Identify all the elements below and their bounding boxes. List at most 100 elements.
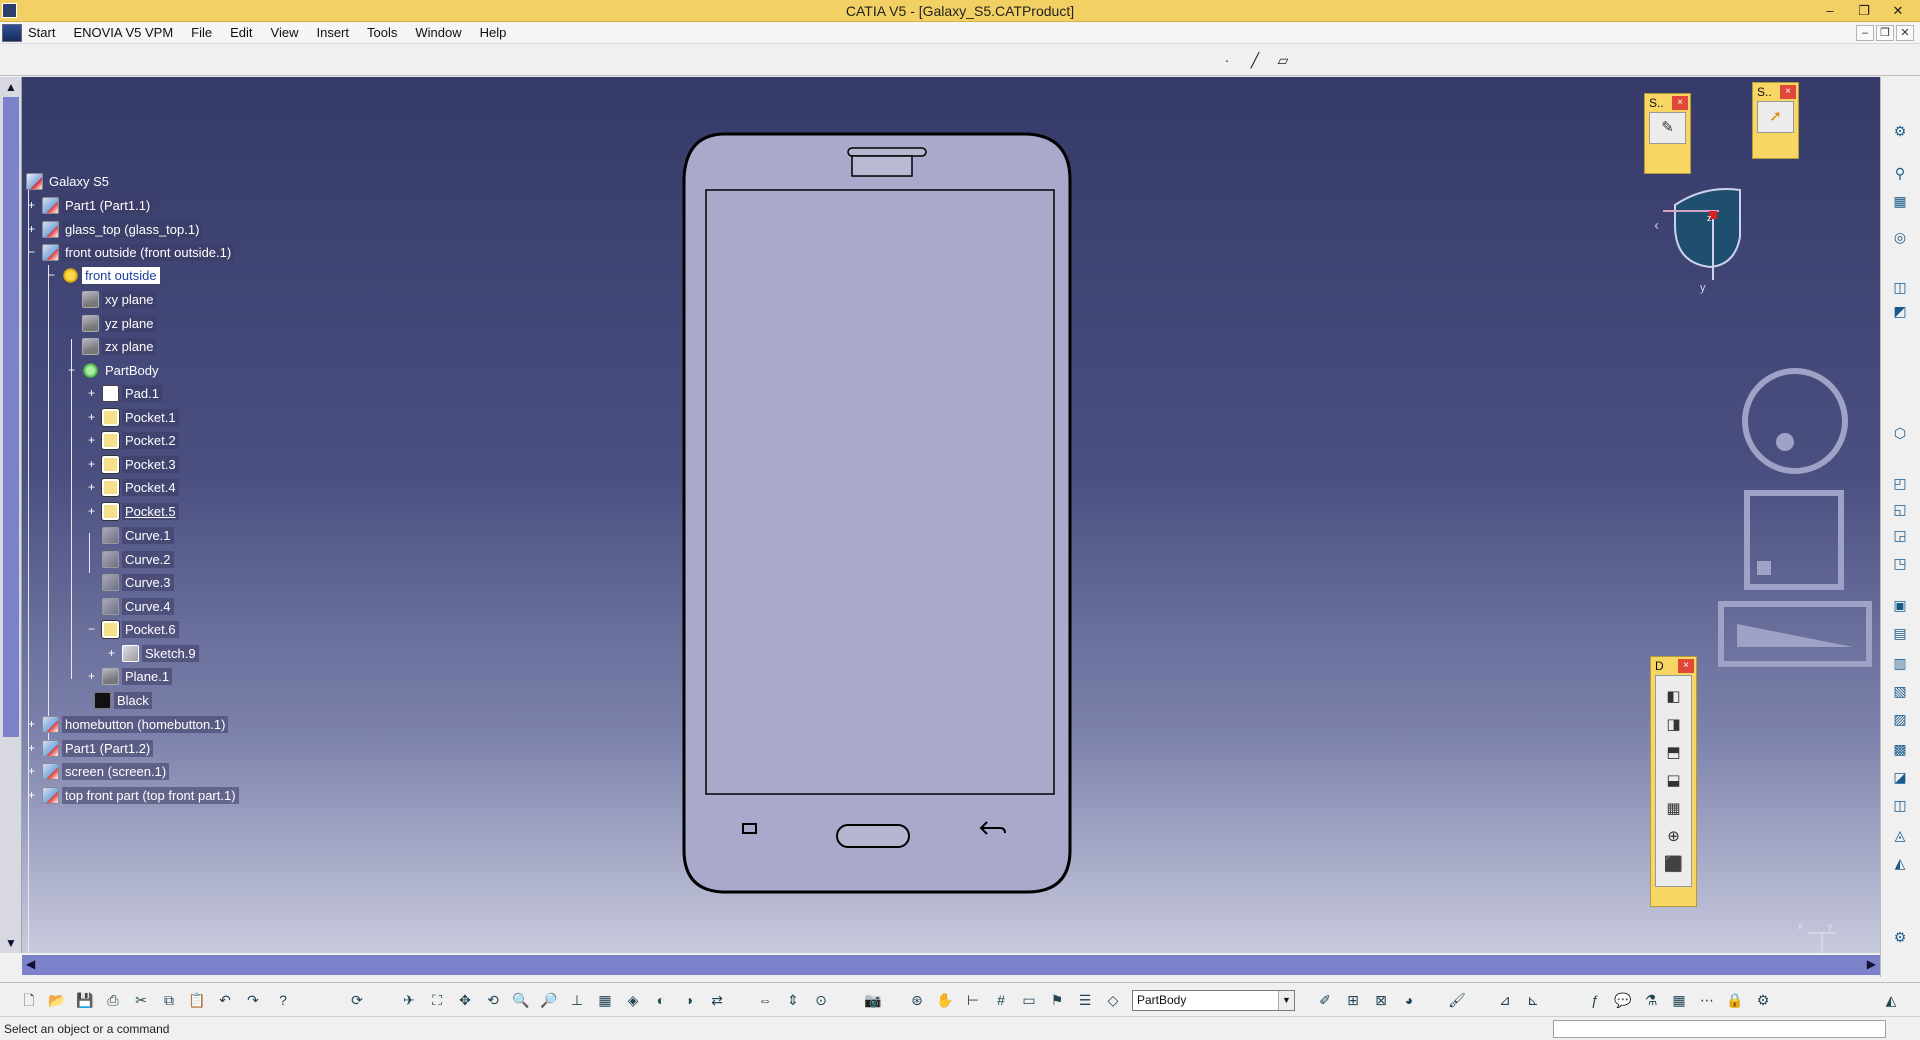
- right-tool-icon[interactable]: ▥: [1889, 653, 1911, 673]
- scroll-thumb[interactable]: [3, 97, 19, 737]
- display-icon[interactable]: ▭: [1018, 990, 1040, 1010]
- expand-icon[interactable]: +: [26, 742, 37, 754]
- tree-item[interactable]: − PartBody: [68, 360, 161, 380]
- floating-toolbar-s2[interactable]: S.. × ➚: [1752, 82, 1799, 159]
- phone-3d-model[interactable]: [682, 130, 1072, 895]
- right-tool-icon[interactable]: ▣: [1889, 595, 1911, 615]
- redo-icon[interactable]: ↷: [242, 990, 264, 1010]
- expand-icon[interactable]: +: [86, 670, 97, 682]
- pad-tool-icon[interactable]: ◧: [1661, 684, 1687, 710]
- tree-item[interactable]: + Pocket.4: [88, 477, 179, 497]
- menu-window[interactable]: Window: [406, 22, 470, 44]
- solid-combine-icon[interactable]: ⬛: [1661, 852, 1687, 878]
- tree-item[interactable]: + Pocket.2: [88, 430, 179, 450]
- tree-item[interactable]: + glass_top (glass_top.1): [28, 219, 203, 239]
- collapse-icon[interactable]: −: [66, 364, 77, 376]
- start-icon[interactable]: [2, 23, 22, 42]
- right-tool-icon[interactable]: ◱: [1889, 499, 1911, 519]
- collapse-icon[interactable]: −: [26, 246, 37, 258]
- draft-analysis-icon[interactable]: ⊾: [1522, 990, 1544, 1010]
- right-tool-icon[interactable]: ⚲: [1889, 163, 1911, 183]
- pocket-tool-icon[interactable]: ◨: [1661, 712, 1687, 738]
- close-window-button[interactable]: ✕: [1884, 2, 1912, 20]
- tree-item[interactable]: + Part1 (Part1.2): [28, 738, 154, 758]
- minimize-doc-button[interactable]: –: [1856, 25, 1874, 41]
- scroll-left-arrow-icon[interactable]: ◀: [26, 957, 35, 971]
- comment-icon[interactable]: 💬: [1612, 990, 1634, 1010]
- line-icon[interactable]: ╱: [1244, 50, 1266, 70]
- zoom-out-icon[interactable]: 🔎: [538, 990, 560, 1010]
- compass-tool-icon[interactable]: ⊛: [906, 990, 928, 1010]
- collapse-icon[interactable]: −: [46, 269, 57, 281]
- axis-system-icon[interactable]: ⊢: [962, 990, 984, 1010]
- capture-icon[interactable]: 📷: [862, 990, 884, 1010]
- copy-icon[interactable]: ⧉: [158, 990, 180, 1010]
- expand-icon[interactable]: +: [86, 434, 97, 446]
- tree-item[interactable]: + Pocket.5: [88, 501, 179, 521]
- right-tool-icon[interactable]: ▤: [1889, 623, 1911, 643]
- minimize-window-button[interactable]: –: [1816, 2, 1844, 20]
- tree-item[interactable]: yz plane: [82, 313, 157, 333]
- vertical-scrollbar[interactable]: ▲ ▼: [0, 77, 22, 953]
- expand-icon[interactable]: +: [86, 387, 97, 399]
- undo-icon[interactable]: ↶: [214, 990, 236, 1010]
- numbering-icon[interactable]: #: [990, 990, 1012, 1010]
- normal-view-icon[interactable]: ⊥: [566, 990, 588, 1010]
- right-tool-icon[interactable]: ◰: [1889, 473, 1911, 493]
- inertia-icon[interactable]: ⊙: [810, 990, 832, 1010]
- rib-tool-icon[interactable]: ⬓: [1661, 768, 1687, 794]
- right-tool-icon[interactable]: ▨: [1889, 709, 1911, 729]
- analysis-icon[interactable]: ⊿: [1494, 990, 1516, 1010]
- expand-icon[interactable]: +: [26, 765, 37, 777]
- chevron-down-icon[interactable]: ▼: [1278, 991, 1294, 1010]
- tree-item[interactable]: Curve.1: [102, 525, 174, 545]
- tree-item[interactable]: xy plane: [82, 289, 157, 309]
- tree-item[interactable]: + Plane.1: [88, 666, 173, 686]
- menu-insert[interactable]: Insert: [307, 22, 358, 44]
- work-object-icon[interactable]: ◇: [1102, 990, 1124, 1010]
- table-icon[interactable]: ▦: [1668, 990, 1690, 1010]
- expand-icon[interactable]: +: [86, 481, 97, 493]
- 3d-viewport[interactable]: ▲ ▼ Galaxy S5 + Part1 (Part1.1) + glass_…: [0, 77, 1880, 953]
- hole-tool-icon[interactable]: ▦: [1661, 796, 1687, 822]
- paste-icon[interactable]: 📋: [186, 990, 208, 1010]
- restore-window-button[interactable]: ❐: [1850, 2, 1878, 20]
- expand-icon[interactable]: +: [26, 789, 37, 801]
- expand-icon[interactable]: +: [106, 647, 117, 659]
- tree-item-selected[interactable]: − front outside: [48, 265, 161, 285]
- right-tool-icon[interactable]: ◫: [1889, 795, 1911, 815]
- lock-icon[interactable]: 🔒: [1724, 990, 1746, 1010]
- right-tool-icon[interactable]: ◩: [1889, 301, 1911, 321]
- right-tool-icon[interactable]: ◳: [1889, 553, 1911, 573]
- settings-icon[interactable]: ⚙: [1752, 990, 1774, 1010]
- scroll-right-arrow-icon[interactable]: ▶: [1867, 957, 1876, 971]
- save-icon[interactable]: 💾: [74, 990, 96, 1010]
- fit-all-icon[interactable]: ⛶: [426, 990, 448, 1010]
- edit-icon[interactable]: ✐: [1314, 990, 1336, 1010]
- multi-view-icon[interactable]: ▦: [594, 990, 616, 1010]
- tree-item[interactable]: + Sketch.9: [108, 643, 199, 663]
- grid-icon[interactable]: ▦: [1889, 191, 1911, 211]
- tree-item[interactable]: + Pocket.3: [88, 454, 179, 474]
- close-toolbar-button[interactable]: ×: [1672, 96, 1688, 110]
- shaft-tool-icon[interactable]: ⬒: [1661, 740, 1687, 766]
- boolean-icon[interactable]: ⊞: [1342, 990, 1364, 1010]
- open-icon[interactable]: 📂: [46, 990, 68, 1010]
- iso-view-icon[interactable]: ◈: [622, 990, 644, 1010]
- measure-icon[interactable]: ⇔: [754, 990, 776, 1010]
- restore-doc-button[interactable]: ❐: [1876, 25, 1894, 41]
- floating-toolbar-d[interactable]: D × ◧ ◨ ⬒ ⬓ ▦ ⊕ ⬛: [1650, 656, 1697, 907]
- filter-icon[interactable]: ⚑: [1046, 990, 1068, 1010]
- tree-item[interactable]: Curve.3: [102, 572, 174, 592]
- right-tool-icon[interactable]: ◬: [1889, 825, 1911, 845]
- menu-enovia[interactable]: ENOVIA V5 VPM: [64, 22, 182, 44]
- list-icon[interactable]: ☰: [1074, 990, 1096, 1010]
- expand-icon[interactable]: +: [86, 458, 97, 470]
- menu-view[interactable]: View: [262, 22, 308, 44]
- formula-icon[interactable]: ƒ: [1584, 990, 1606, 1010]
- expand-icon[interactable]: +: [26, 718, 37, 730]
- right-tool-icon[interactable]: ◎: [1889, 227, 1911, 247]
- collapse-icon[interactable]: −: [86, 623, 97, 635]
- new-icon[interactable]: 🗋: [18, 990, 40, 1010]
- right-tool-icon[interactable]: ⬡: [1889, 423, 1911, 443]
